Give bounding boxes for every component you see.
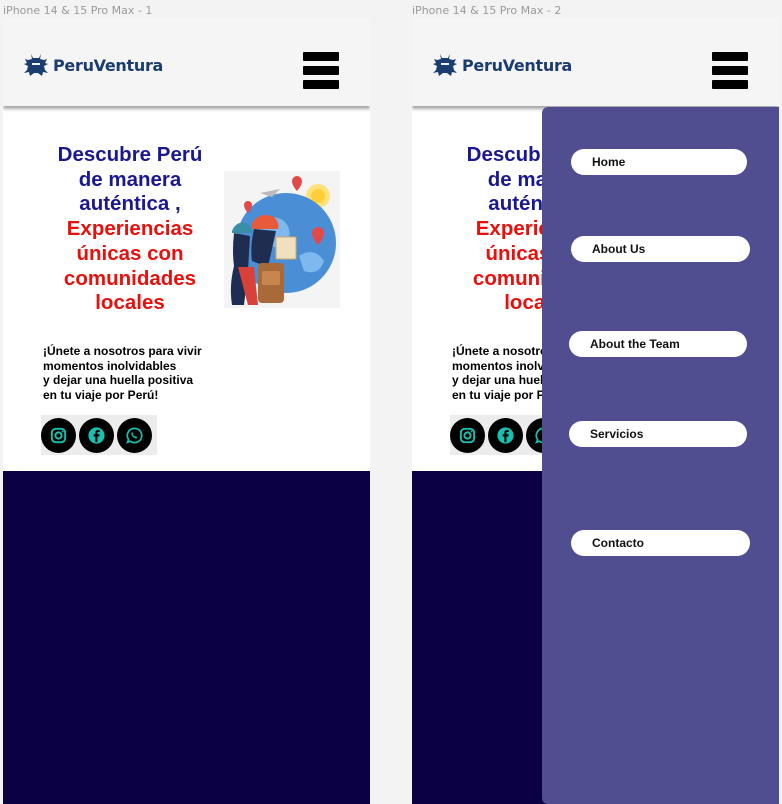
hamburger-menu-icon[interactable]: [303, 52, 339, 89]
footer-band: [3, 471, 370, 804]
menu-item-about-us[interactable]: About Us: [571, 236, 750, 262]
hero-subtitle-line: momentos inolvidables: [43, 358, 177, 373]
hero-title-line: Descubre Perú: [57, 143, 203, 166]
hero-title-line: comunidades: [63, 266, 197, 290]
frame-label-1: iPhone 14 & 15 Pro Max - 1: [3, 4, 153, 17]
menu-item-about-the-team[interactable]: About the Team: [569, 331, 747, 357]
hero-title-line: auténtica ,: [79, 192, 181, 216]
social-links: [41, 415, 157, 455]
brand-logo[interactable]: PeruVentura: [432, 52, 572, 78]
frame-label-2: iPhone 14 & 15 Pro Max - 2: [412, 4, 562, 17]
menu-item-home[interactable]: Home: [571, 149, 747, 175]
hero-title: Descubre Perú de manera auténtica , Expe…: [41, 143, 219, 316]
hero-subtitle: ¡Únete a nosotros para vivir momentos in…: [43, 344, 243, 402]
llama-logo-icon: [433, 54, 457, 76]
brand-name: PeruVentura: [462, 55, 573, 75]
brand-logo[interactable]: PeruVentura: [23, 52, 163, 78]
hero-title-line: locales: [95, 291, 165, 315]
menu-item-servicios[interactable]: Servicios: [569, 421, 747, 447]
hero-title-line: de manera: [78, 167, 182, 191]
hero-title-line: Experiencias: [66, 217, 194, 241]
menu-item-contacto[interactable]: Contacto: [571, 530, 750, 556]
llama-logo-icon: [24, 54, 48, 76]
header: PeruVentura: [3, 18, 370, 106]
hero-title-line: únicas con: [76, 241, 184, 265]
hero-subtitle-line: ¡Únete a nosotros para vivir: [43, 344, 202, 358]
hero-subtitle-line: en tu viaje por Perú!: [43, 387, 159, 402]
instagram-icon[interactable]: [450, 417, 485, 453]
instagram-icon[interactable]: [41, 417, 76, 453]
traveler-illustration: [224, 171, 340, 308]
hero-subtitle-line: y dejar una huella positiva: [43, 373, 194, 388]
nav-drawer: Home About Us About the Team Servicios C…: [542, 107, 779, 804]
facebook-icon[interactable]: [79, 417, 114, 453]
hamburger-menu-icon[interactable]: [712, 52, 748, 89]
facebook-icon[interactable]: [488, 417, 523, 453]
phone-screen-1: PeruVentura Descubre Perú de manera auté…: [3, 18, 370, 804]
brand-name: PeruVentura: [53, 55, 164, 75]
whatsapp-icon[interactable]: [117, 417, 152, 453]
header: PeruVentura: [412, 18, 779, 106]
